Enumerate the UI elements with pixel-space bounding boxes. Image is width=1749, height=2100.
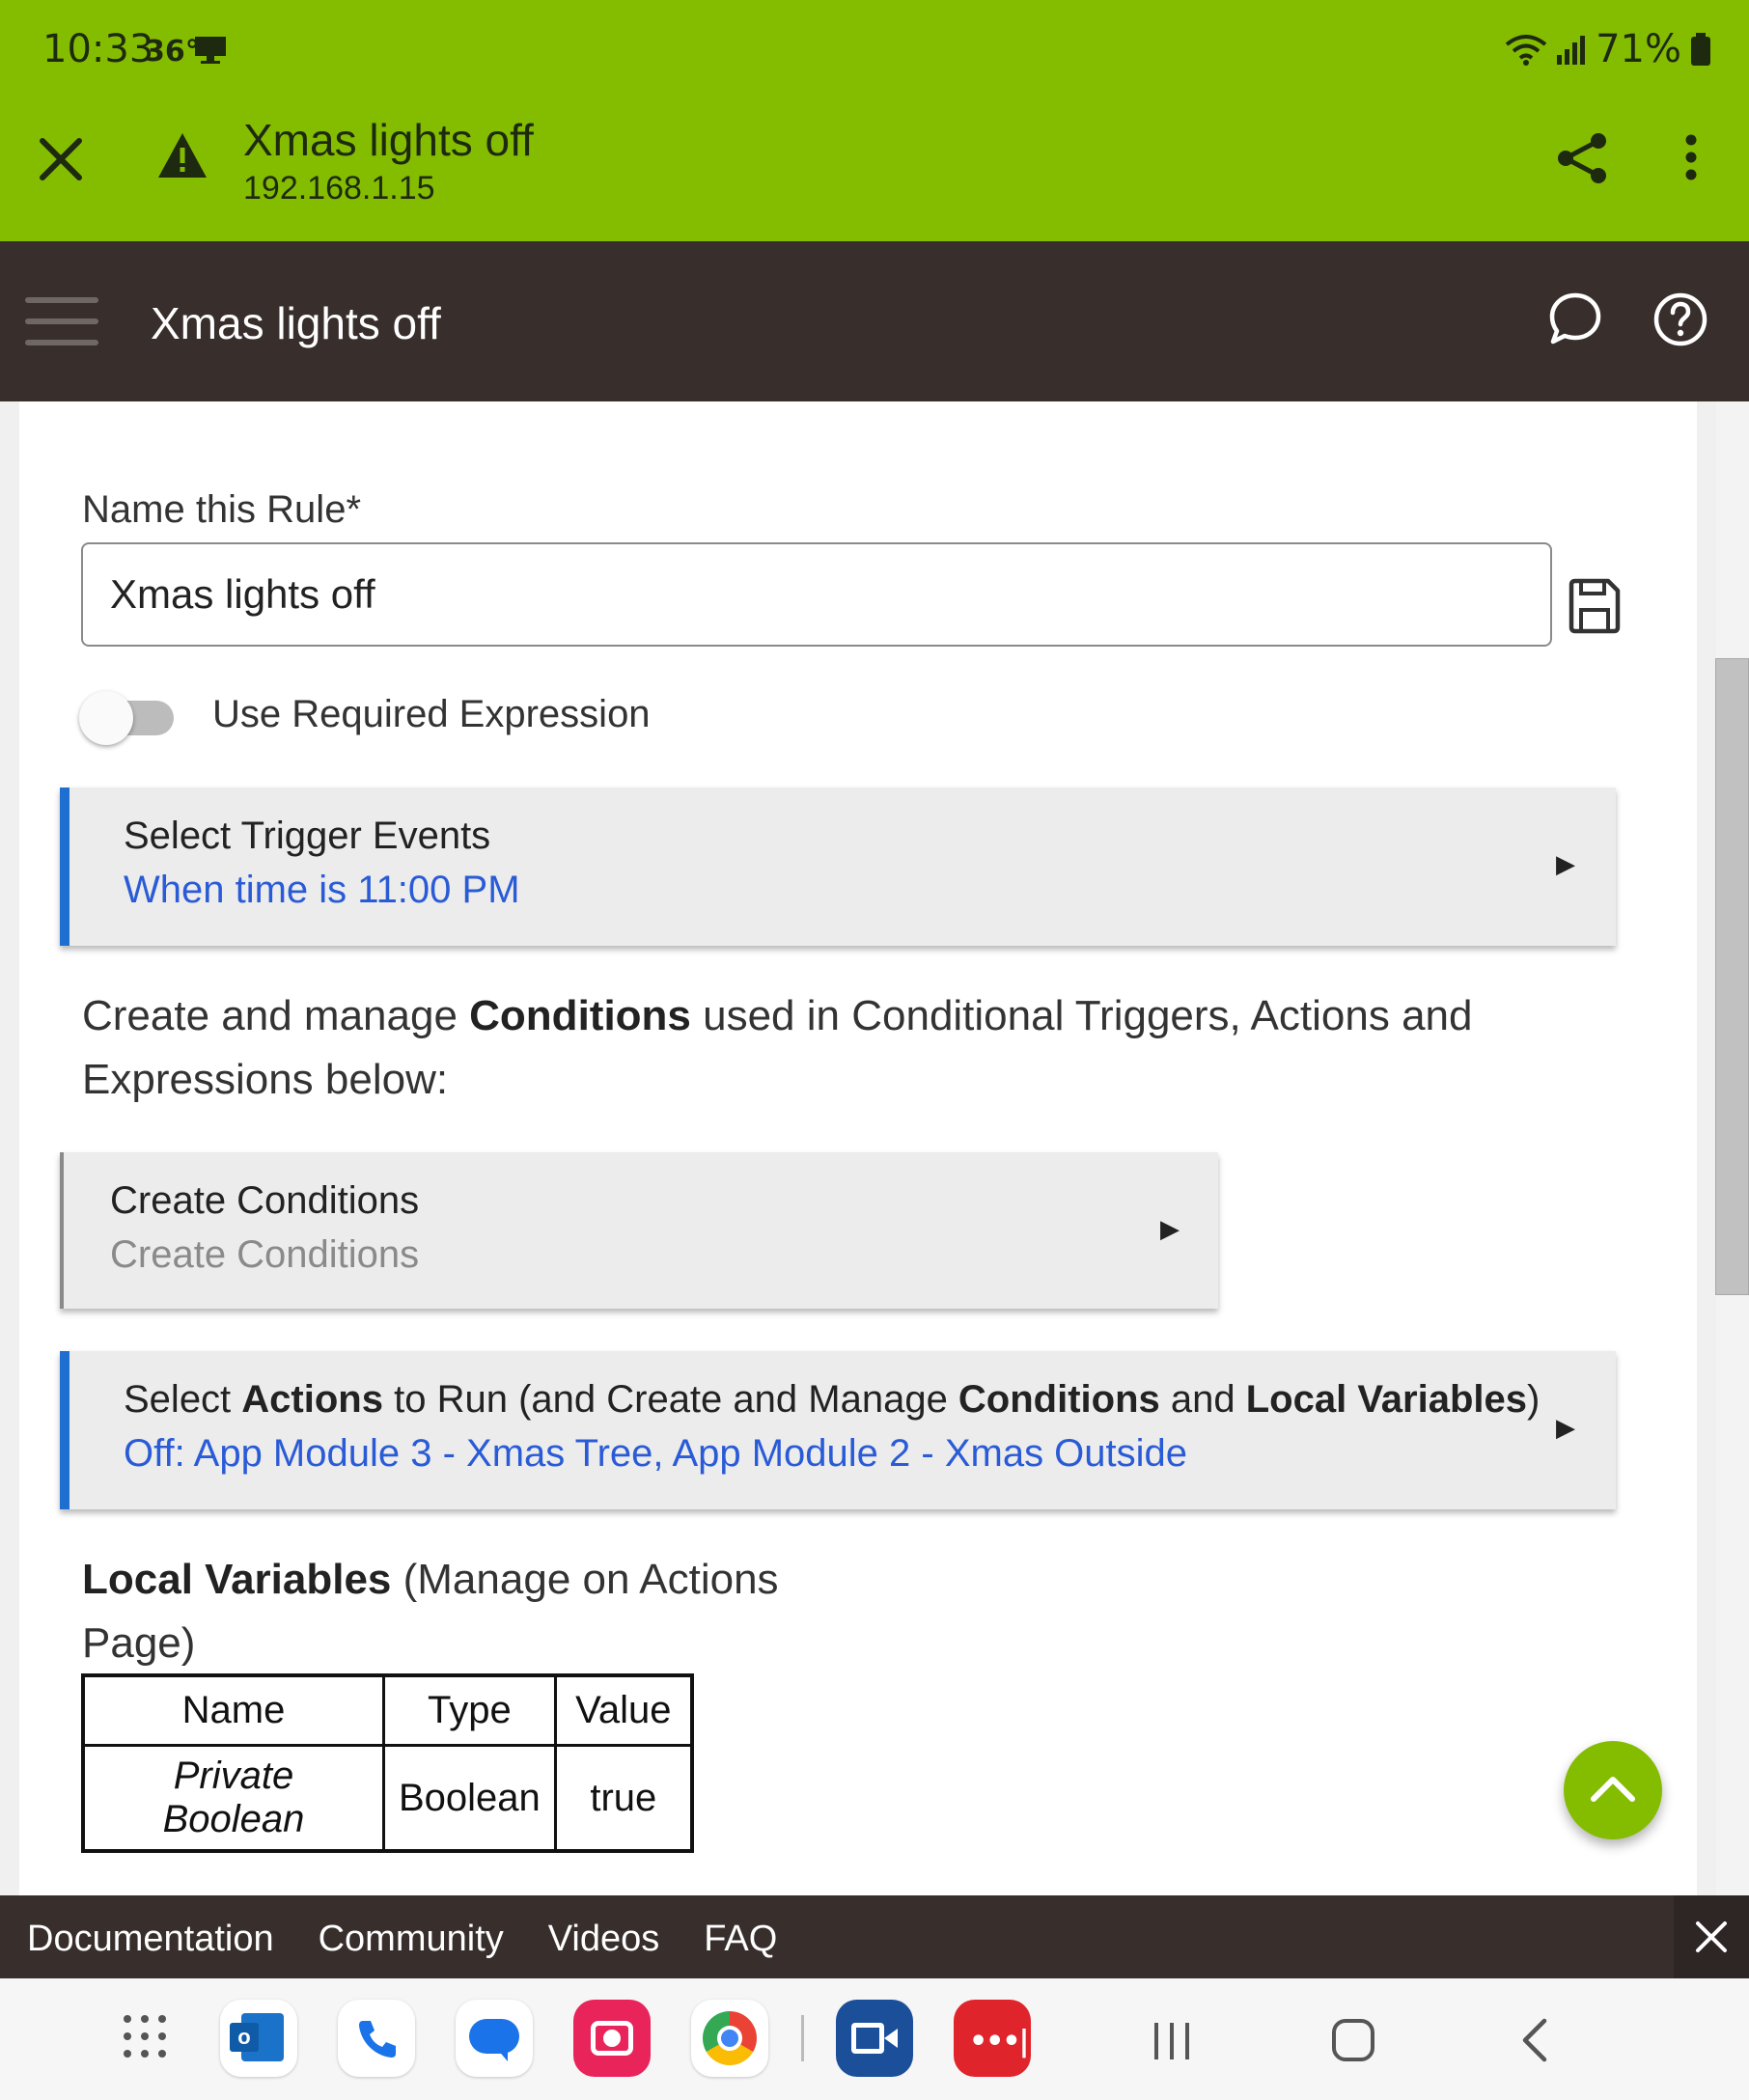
rule-name-label: Name this Rule* <box>82 488 362 531</box>
home-icon[interactable] <box>1330 2017 1376 2063</box>
back-icon[interactable] <box>1519 2017 1550 2063</box>
actions-expand-arrow-icon: ▶ <box>1556 1413 1575 1442</box>
status-time: 10:33 <box>42 27 154 71</box>
footer-close-button[interactable] <box>1674 1895 1749 1978</box>
trigger-panel-summary[interactable]: When time is 11:00 PM <box>124 869 520 912</box>
actions-panel-title: Select Actions to Run (and Create and Ma… <box>124 1378 1540 1422</box>
signal-icon <box>1557 36 1586 65</box>
table-header-row: Name Type Value <box>81 1673 694 1747</box>
variable-type-cell: Boolean <box>382 1744 557 1853</box>
camera-icon[interactable] <box>573 2000 651 2077</box>
hamburger-menu-icon[interactable] <box>25 295 98 347</box>
share-icon[interactable] <box>1556 131 1608 185</box>
dock-divider <box>801 2015 804 2061</box>
conditions-panel-summary: Create Conditions <box>110 1233 420 1276</box>
actions-title-bold: Conditions <box>958 1378 1160 1421</box>
actions-title-bold: Local Variables <box>1245 1378 1528 1421</box>
rule-name-input[interactable]: Xmas lights off <box>81 542 1552 647</box>
variable-value-cell: true <box>553 1744 694 1853</box>
footer-links: Documentation Community Videos FAQ <box>27 1919 777 1960</box>
close-icon <box>1696 1921 1727 1952</box>
footer-link-community[interactable]: Community <box>319 1919 504 1960</box>
local-variables-heading: Local Variables (Manage on Actions Page) <box>82 1548 854 1675</box>
tab-title: Xmas lights off <box>243 115 534 165</box>
more-options-icon[interactable] <box>1683 133 1699 181</box>
trigger-expand-arrow-icon: ▶ <box>1556 849 1575 878</box>
create-conditions-button[interactable]: Create Conditions Create Conditions ▶ <box>60 1152 1218 1309</box>
save-icon[interactable] <box>1568 577 1622 635</box>
recent-apps-icon[interactable] <box>1151 2021 1193 2061</box>
conditions-expand-arrow-icon: ▶ <box>1160 1214 1180 1243</box>
help-icon[interactable] <box>1652 291 1708 347</box>
variable-name-cell: Private Boolean <box>81 1744 385 1853</box>
actions-title-part: to Run (and Create and Manage <box>382 1378 958 1421</box>
battery-percent: 71% <box>1596 27 1681 71</box>
footer-link-documentation[interactable]: Documentation <box>27 1919 274 1960</box>
column-header-value: Value <box>553 1673 694 1747</box>
local-variables-table: Name Type Value Private Boolean Boolean … <box>81 1673 694 1853</box>
column-header-name: Name <box>81 1673 385 1747</box>
page-title: Xmas lights off <box>151 298 441 348</box>
actions-title-bold: Actions <box>241 1378 383 1421</box>
conditions-text-prefix: Create and manage <box>82 992 470 1039</box>
battery-icon <box>1691 33 1710 66</box>
video-call-icon[interactable] <box>836 2000 913 2077</box>
actions-title-part: Select <box>124 1378 242 1421</box>
conditions-description: Create and manage Conditions used in Con… <box>82 984 1665 1112</box>
chat-icon[interactable] <box>1548 291 1602 345</box>
tab-url: 192.168.1.15 <box>243 170 435 207</box>
actions-title-part: ) <box>1527 1378 1541 1421</box>
messages-icon[interactable] <box>456 2000 533 2077</box>
close-icon[interactable] <box>39 137 83 181</box>
outlook-icon[interactable]: o <box>220 2000 297 2077</box>
warning-icon[interactable] <box>156 131 208 180</box>
app-drawer-icon[interactable] <box>122 2013 168 2059</box>
footer-link-faq[interactable]: FAQ <box>704 1919 777 1960</box>
footer-link-videos[interactable]: Videos <box>548 1919 660 1960</box>
required-expression-toggle[interactable] <box>79 691 133 745</box>
scrollbar-thumb[interactable] <box>1715 658 1749 1295</box>
conditions-text-bold: Conditions <box>469 992 691 1039</box>
chrome-icon[interactable] <box>691 2000 768 2077</box>
more-apps-icon[interactable]: •••| <box>954 2000 1031 2077</box>
conditions-panel-title: Create Conditions <box>110 1179 420 1222</box>
chevron-up-icon <box>1591 1777 1635 1802</box>
local-variables-heading-bold: Local Variables <box>82 1556 392 1603</box>
phone-icon[interactable] <box>338 2000 415 2077</box>
column-header-type: Type <box>382 1673 557 1747</box>
select-trigger-events-button[interactable]: Select Trigger Events When time is 11:00… <box>60 788 1616 946</box>
select-actions-button[interactable]: Select Actions to Run (and Create and Ma… <box>60 1351 1616 1509</box>
monitor-icon <box>195 37 226 64</box>
actions-panel-summary[interactable]: Off: App Module 3 - Xmas Tree, App Modul… <box>124 1432 1187 1476</box>
status-right-group: 71% <box>1505 27 1710 71</box>
scroll-to-top-button[interactable] <box>1564 1741 1662 1839</box>
trigger-panel-title: Select Trigger Events <box>124 815 491 857</box>
wifi-icon <box>1505 35 1547 66</box>
table-row: Private Boolean Boolean true <box>81 1744 694 1853</box>
actions-title-part: and <box>1159 1378 1246 1421</box>
required-expression-label: Use Required Expression <box>212 693 651 735</box>
status-temperature: 36° <box>145 35 200 69</box>
